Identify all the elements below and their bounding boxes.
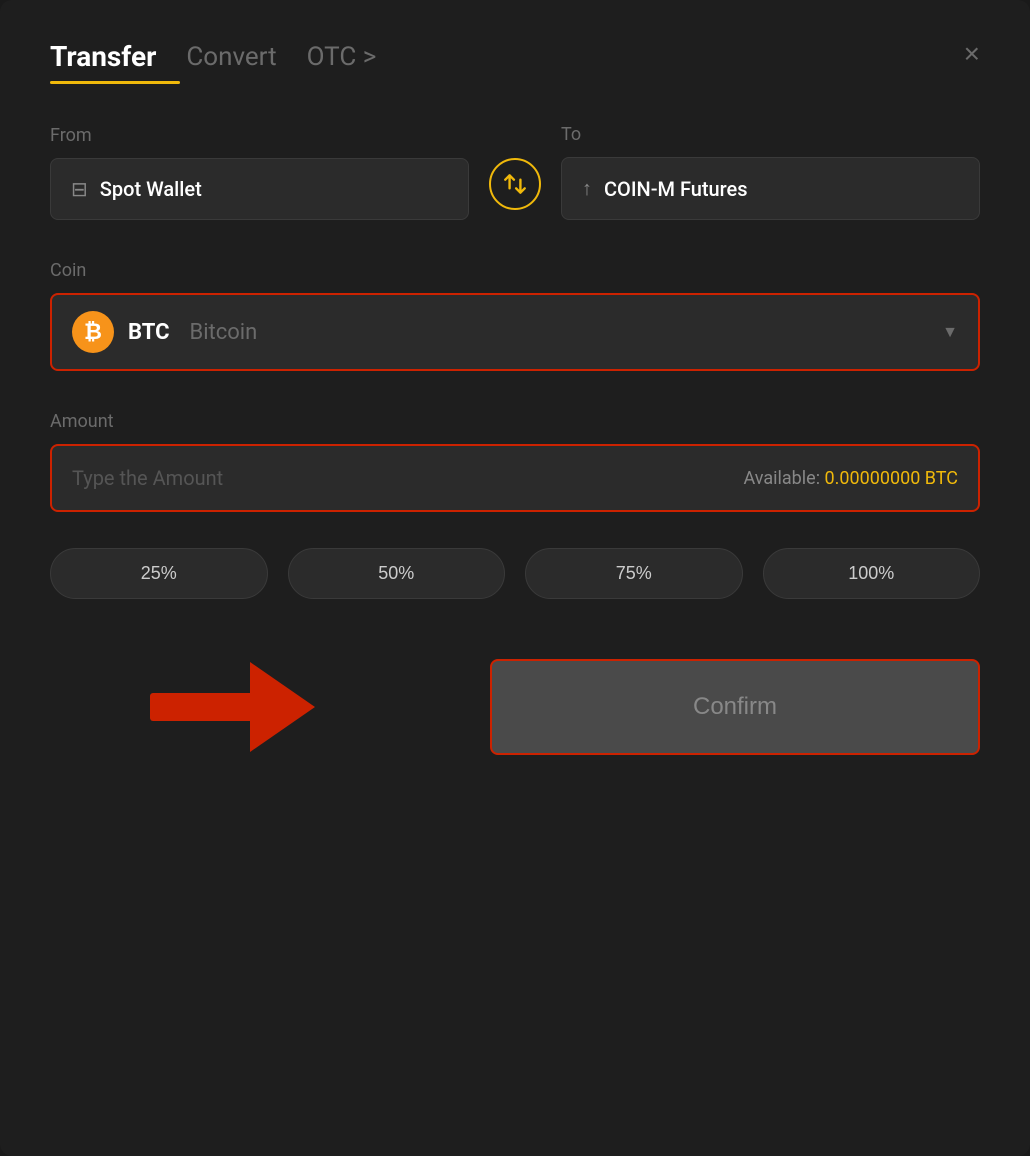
available-amount: 0.00000000 BTC (825, 468, 958, 489)
amount-label: Amount (50, 411, 980, 432)
coin-symbol: BTC (128, 320, 169, 345)
pct-50-button[interactable]: 50% (288, 548, 506, 599)
close-button[interactable]: × (964, 40, 980, 68)
tab-underline (50, 81, 180, 84)
tab-otc[interactable]: OTC > (307, 42, 377, 72)
from-wallet-name: Spot Wallet (100, 177, 202, 201)
swap-button[interactable] (489, 158, 541, 210)
to-wallet-name: COIN-M Futures (604, 177, 748, 201)
arrow-shaft (150, 693, 250, 721)
from-label: From (50, 125, 469, 146)
from-wallet-selector[interactable]: ⊟ Spot Wallet (50, 158, 469, 220)
coin-section: Coin ₿ BTC Bitcoin ▼ (50, 260, 980, 371)
confirm-button[interactable]: Confirm (490, 659, 980, 755)
transfer-modal: Transfer Convert OTC > × From ⊟ Spot Wal… (0, 0, 1030, 1156)
from-block: From ⊟ Spot Wallet (50, 125, 469, 220)
to-block: To ↑ COIN-M Futures (561, 124, 980, 220)
pct-100-button[interactable]: 100% (763, 548, 981, 599)
amount-input-container[interactable]: Type the Amount Available: 0.00000000 BT… (50, 444, 980, 512)
futures-icon: ↑ (582, 176, 592, 201)
amount-placeholder: Type the Amount (72, 466, 223, 490)
coin-selector[interactable]: ₿ BTC Bitcoin ▼ (50, 293, 980, 371)
wallet-icon: ⊟ (71, 177, 88, 201)
percentage-buttons: 25% 50% 75% 100% (50, 548, 980, 599)
to-label: To (561, 124, 980, 145)
coin-label: Coin (50, 260, 980, 281)
available-text: Available: 0.00000000 BTC (743, 468, 958, 489)
amount-section: Amount Type the Amount Available: 0.0000… (50, 411, 980, 512)
pct-25-button[interactable]: 25% (50, 548, 268, 599)
arrow-head (250, 662, 315, 752)
swap-btn-container (469, 158, 561, 210)
modal-header: Transfer Convert OTC > (50, 40, 980, 73)
from-to-section: From ⊟ Spot Wallet To ↑ COIN-M Futures (50, 124, 980, 220)
btc-icon: ₿ (72, 311, 114, 353)
red-arrow (150, 662, 315, 752)
chevron-down-icon: ▼ (942, 322, 958, 342)
pct-75-button[interactable]: 75% (525, 548, 743, 599)
to-wallet-selector[interactable]: ↑ COIN-M Futures (561, 157, 980, 220)
available-label: Available: (743, 468, 820, 489)
tab-transfer[interactable]: Transfer (50, 40, 156, 73)
arrow-container (150, 662, 315, 752)
coin-full-name: Bitcoin (189, 320, 257, 345)
tab-convert[interactable]: Convert (186, 42, 276, 72)
bottom-section: Confirm (50, 659, 980, 755)
